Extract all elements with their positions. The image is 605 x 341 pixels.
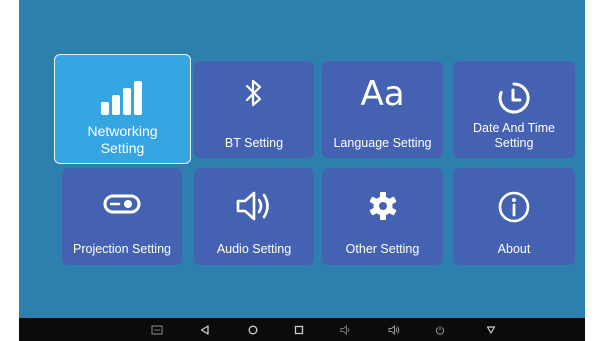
tile-networking-setting[interactable]: Networking Setting [54, 54, 191, 164]
power-icon[interactable] [432, 322, 448, 337]
hide-navbar-icon[interactable] [483, 322, 499, 337]
projector-icon [62, 191, 182, 219]
home-icon[interactable] [245, 322, 261, 337]
screenshot-icon[interactable] [149, 322, 165, 337]
navigation-bar [19, 318, 585, 341]
font-aa-icon: Aa [360, 74, 405, 114]
info-icon [453, 190, 575, 224]
volume-up-icon[interactable] [386, 322, 402, 337]
tile-label: Projection Setting [73, 242, 171, 256]
tile-language-setting[interactable]: Aa Language Setting [322, 61, 443, 158]
tile-date-and-time-setting[interactable]: Date And Time Setting [453, 61, 575, 158]
clock-icon [453, 81, 575, 115]
tile-label: About [497, 242, 531, 256]
tile-label: BT Setting [224, 136, 284, 150]
tile-bt-setting[interactable]: BT Setting [194, 61, 314, 158]
tile-label: Language Setting [333, 136, 432, 150]
signal-bars-icon [55, 80, 190, 116]
tile-label: Networking Setting [87, 123, 158, 156]
tile-about[interactable]: About [453, 168, 575, 265]
gear-icon [322, 190, 443, 222]
settings-screen: Networking Setting BT Setting Aa Languag… [19, 0, 585, 318]
back-icon[interactable] [197, 322, 213, 337]
bluetooth-icon [194, 78, 314, 108]
tile-other-setting[interactable]: Other Setting [322, 168, 443, 265]
tile-projection-setting[interactable]: Projection Setting [62, 168, 182, 265]
tile-audio-setting[interactable]: Audio Setting [194, 168, 314, 265]
tile-label: Audio Setting [216, 242, 292, 256]
recents-icon[interactable] [291, 322, 307, 337]
volume-down-icon[interactable] [338, 322, 354, 337]
speaker-icon [194, 190, 314, 222]
tile-label: Date And Time Setting [473, 121, 555, 150]
tile-label: Other Setting [345, 242, 420, 256]
